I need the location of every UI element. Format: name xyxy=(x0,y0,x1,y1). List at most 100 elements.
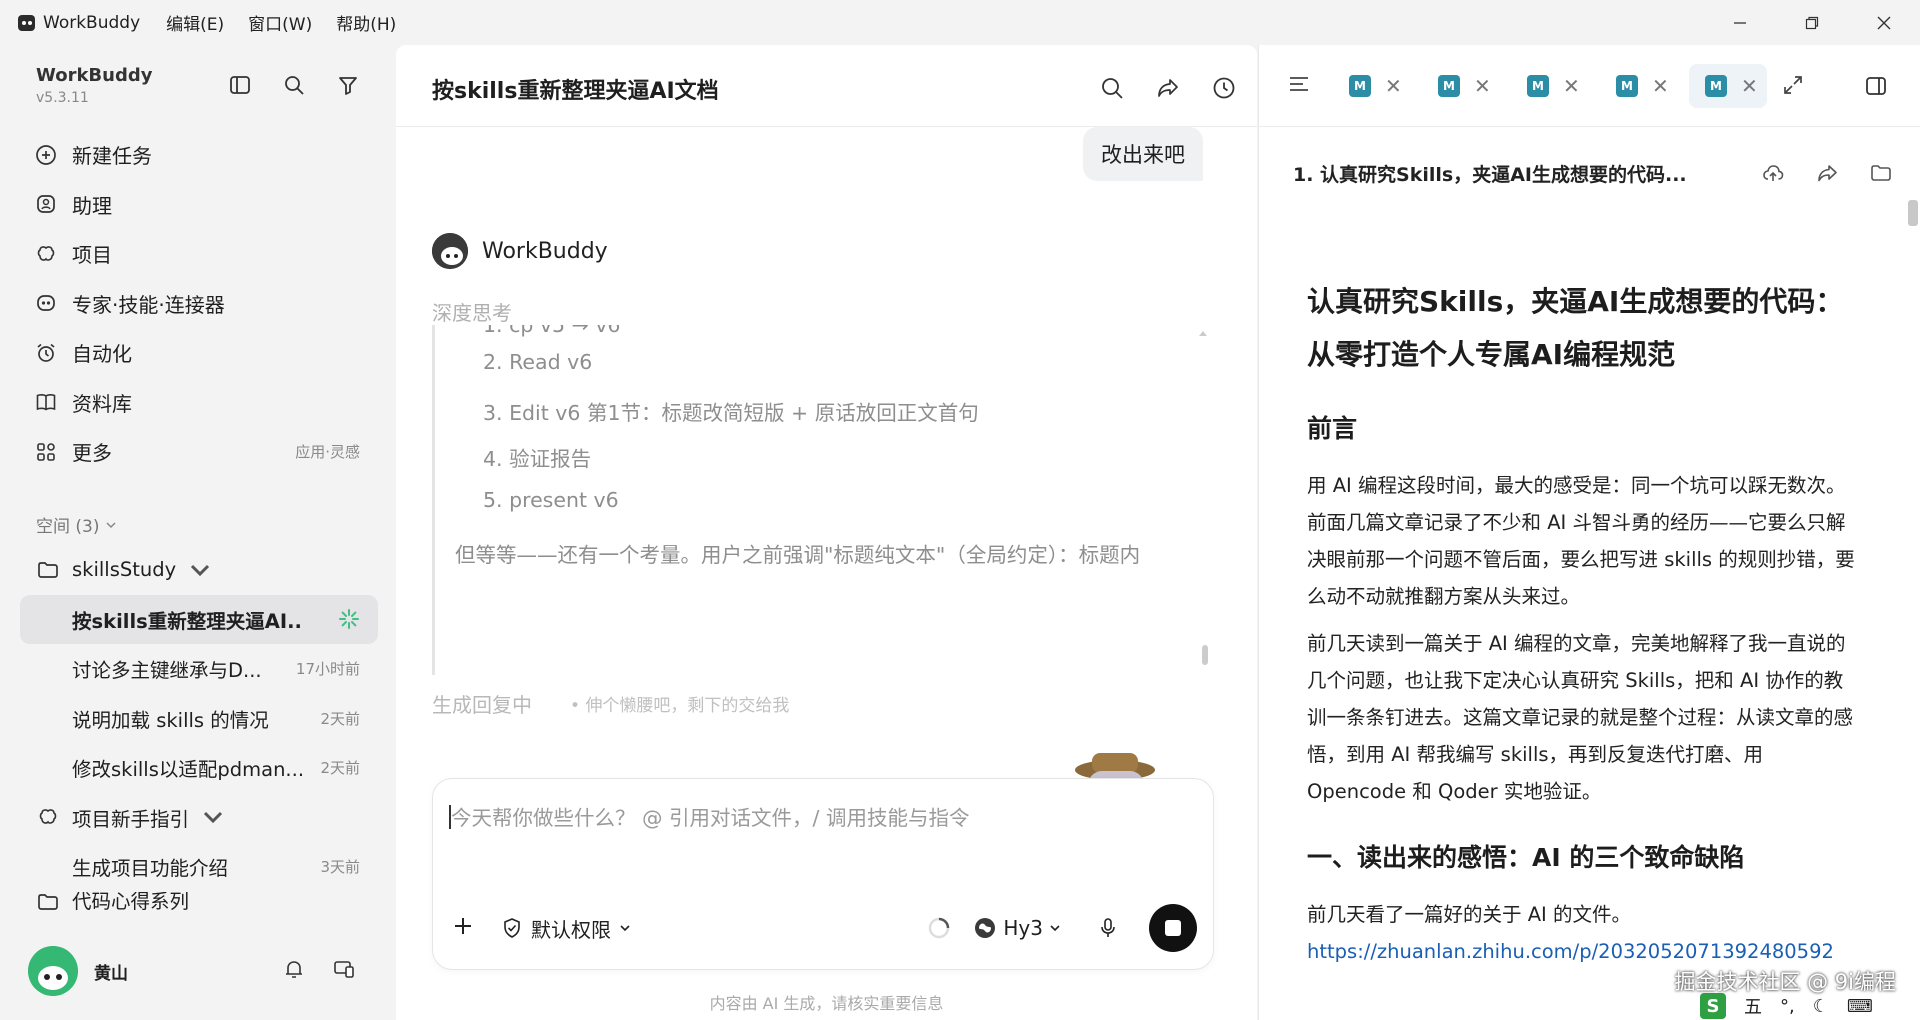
outline-button[interactable] xyxy=(1287,72,1311,100)
menu-edit[interactable]: 编辑(E) xyxy=(166,10,224,35)
toggle-sidebar-button[interactable] xyxy=(228,73,252,97)
app-name: WorkBuddy xyxy=(43,12,141,33)
doc-tab-active[interactable]: M ✕ xyxy=(1689,63,1767,108)
microphone-icon xyxy=(1101,918,1115,937)
task-item[interactable]: 说明加载 skills 的情况 2天前 xyxy=(20,694,378,744)
search-button[interactable] xyxy=(282,73,306,97)
task-item-active[interactable]: 按skills重新整理夹逼AI... xyxy=(20,594,378,644)
task-time: 3天前 xyxy=(320,858,360,877)
nav-more[interactable]: 更多 应用·灵感 xyxy=(20,427,378,477)
toggle-panel-button[interactable] xyxy=(1864,74,1888,102)
doc-heading: 认真研究Skills，夹逼AI生成想要的代码：从零打造个人专属AI编程规范 xyxy=(1307,285,1844,371)
doc-tab[interactable]: M ✕ xyxy=(1422,64,1500,108)
task-item[interactable]: 生成项目功能介绍 3天前 xyxy=(20,842,378,892)
ime-keyboard-icon[interactable]: ⌨ xyxy=(1847,996,1873,1017)
voice-button[interactable] xyxy=(1097,917,1119,939)
minimize-button[interactable] xyxy=(1704,0,1776,45)
thinking-step: 1. cp v5 → v6 xyxy=(483,325,621,337)
nav-new-task[interactable]: 新建任务 xyxy=(20,130,378,180)
doc-share-button[interactable] xyxy=(1815,161,1839,189)
doc-actions xyxy=(1761,161,1893,189)
device-button[interactable] xyxy=(333,958,355,984)
message-input[interactable]: 今天帮你做些什么？ @ 引用对话文件，/ 调用技能与指令 xyxy=(451,801,969,831)
notifications-button[interactable] xyxy=(283,958,305,984)
folder-icon xyxy=(1871,165,1891,181)
attach-button[interactable] xyxy=(451,914,475,942)
chat-actions xyxy=(1099,75,1237,101)
markdown-file-icon: M xyxy=(1438,74,1460,97)
menu-help[interactable]: 帮助(H) xyxy=(336,10,396,35)
bot-mascot-icon xyxy=(432,233,468,269)
nav-project[interactable]: 项目 xyxy=(20,229,378,279)
ime-mode-icon[interactable]: 五 xyxy=(1744,993,1762,1019)
expand-button[interactable] xyxy=(1782,74,1804,100)
doc-title: 1. 认真研究Skills，夹逼AI生成想要的代码... xyxy=(1293,163,1687,186)
open-folder-button[interactable] xyxy=(1869,161,1893,189)
thinking-step: 3. Edit v6 第1节：标题改简短版 + 原话放回正文首句 xyxy=(483,401,979,425)
stop-generation-button[interactable] xyxy=(1149,904,1197,952)
upload-button[interactable] xyxy=(1761,161,1785,189)
task-label: 按skills重新整理夹逼AI... xyxy=(72,609,302,633)
share-button[interactable] xyxy=(1155,75,1181,101)
ime-toolbar: S 五 °, ☾ ⌨ xyxy=(1680,992,1920,1020)
ai-disclaimer: 内容由 AI 生成，请核实重要信息 xyxy=(709,994,944,1013)
folder-skillsstudy[interactable]: skillsStudy xyxy=(20,545,378,595)
project-icon xyxy=(37,245,55,261)
menu-icon xyxy=(1290,76,1308,91)
doc-tab[interactable]: M ✕ xyxy=(1600,64,1678,108)
brand: WorkBuddy v5.3.11 xyxy=(36,65,152,106)
model-selector[interactable]: Hy3 xyxy=(973,916,1061,940)
folder-code-notes[interactable]: 代码心得系列 xyxy=(20,892,378,914)
loading-spinner-icon xyxy=(339,609,359,630)
tab-close-icon[interactable]: ✕ xyxy=(1474,74,1491,98)
task-label: 生成项目功能介绍 xyxy=(72,857,229,881)
search-icon xyxy=(1102,78,1123,99)
task-item[interactable]: 讨论多主键继承与D... 17小时前 xyxy=(20,644,378,694)
plus-icon xyxy=(455,918,471,934)
folder-project-guide[interactable]: 项目新手指引 xyxy=(20,793,378,843)
thinking-scrollbar[interactable] xyxy=(1202,645,1208,665)
menu-window[interactable]: 窗口(W) xyxy=(248,10,312,35)
avatar-mascot-icon xyxy=(28,946,78,996)
section-heading: 前言 xyxy=(1307,414,1358,443)
doc-tab[interactable]: M ✕ xyxy=(1511,64,1589,108)
doc-tab[interactable]: M ✕ xyxy=(1333,64,1411,108)
nav-experts[interactable]: 专家·技能·连接器 xyxy=(20,279,378,329)
task-item[interactable]: 修改skills以适配pdman.... 2天前 xyxy=(20,743,378,793)
document-preview: M ✕ M ✕ M ✕ M ✕ M ✕ 1. 认真研究Skills，夹逼AI生成想要的代码… xyxy=(1258,45,1920,1020)
avatar[interactable] xyxy=(28,946,78,996)
nav-library[interactable]: 资料库 xyxy=(20,378,378,428)
restore-button[interactable] xyxy=(1776,0,1848,45)
chevron-down-icon xyxy=(203,812,223,824)
chat-search-button[interactable] xyxy=(1099,75,1125,101)
task-time: 17小时前 xyxy=(295,660,360,679)
permission-dropdown[interactable]: 默认权限 xyxy=(501,914,631,943)
preview-scrollbar[interactable] xyxy=(1908,200,1918,226)
tab-close-icon[interactable]: ✕ xyxy=(1385,74,1402,98)
filter-button[interactable] xyxy=(336,73,360,97)
section-heading: 一、读出来的感悟：AI 的三个致命缺陷 xyxy=(1307,843,1745,872)
article-link[interactable]: https://zhuanlan.zhihu.com/p/20320520713… xyxy=(1307,940,1834,963)
tab-close-icon[interactable]: ✕ xyxy=(1563,74,1580,98)
scroll-up-icon[interactable] xyxy=(1198,329,1208,337)
task-label: 说明加载 skills 的情况 xyxy=(72,708,269,732)
ime-moon-icon[interactable]: ☾ xyxy=(1813,996,1829,1017)
gen-hint-text: 伸个懒腰吧，剩下的交给我 xyxy=(585,696,790,716)
task-label: 讨论多主键继承与D... xyxy=(72,659,262,683)
message-composer[interactable]: 今天帮你做些什么？ @ 引用对话文件，/ 调用技能与指令 默认权限 Hy3 xyxy=(432,778,1214,970)
spaces-toggle[interactable]: 空间 (3) xyxy=(36,512,117,537)
plus-circle-icon xyxy=(36,144,56,165)
nav-label: 专家·技能·连接器 xyxy=(72,292,225,317)
ime-punct-icon[interactable]: °, xyxy=(1780,996,1795,1017)
folder-label: 代码心得系列 xyxy=(72,891,190,913)
tab-close-icon[interactable]: ✕ xyxy=(1652,74,1669,98)
tab-close-icon[interactable]: ✕ xyxy=(1741,74,1758,98)
search-icon xyxy=(285,76,304,95)
thinking-label[interactable]: 深度思考 xyxy=(432,297,512,326)
project-icon xyxy=(39,809,57,825)
history-button[interactable] xyxy=(1211,75,1237,101)
nav-assistant[interactable]: 助理 xyxy=(20,180,378,230)
close-window-button[interactable] xyxy=(1848,0,1920,45)
nav-automation[interactable]: 自动化 xyxy=(20,328,378,378)
model-label: Hy3 xyxy=(1003,916,1043,940)
